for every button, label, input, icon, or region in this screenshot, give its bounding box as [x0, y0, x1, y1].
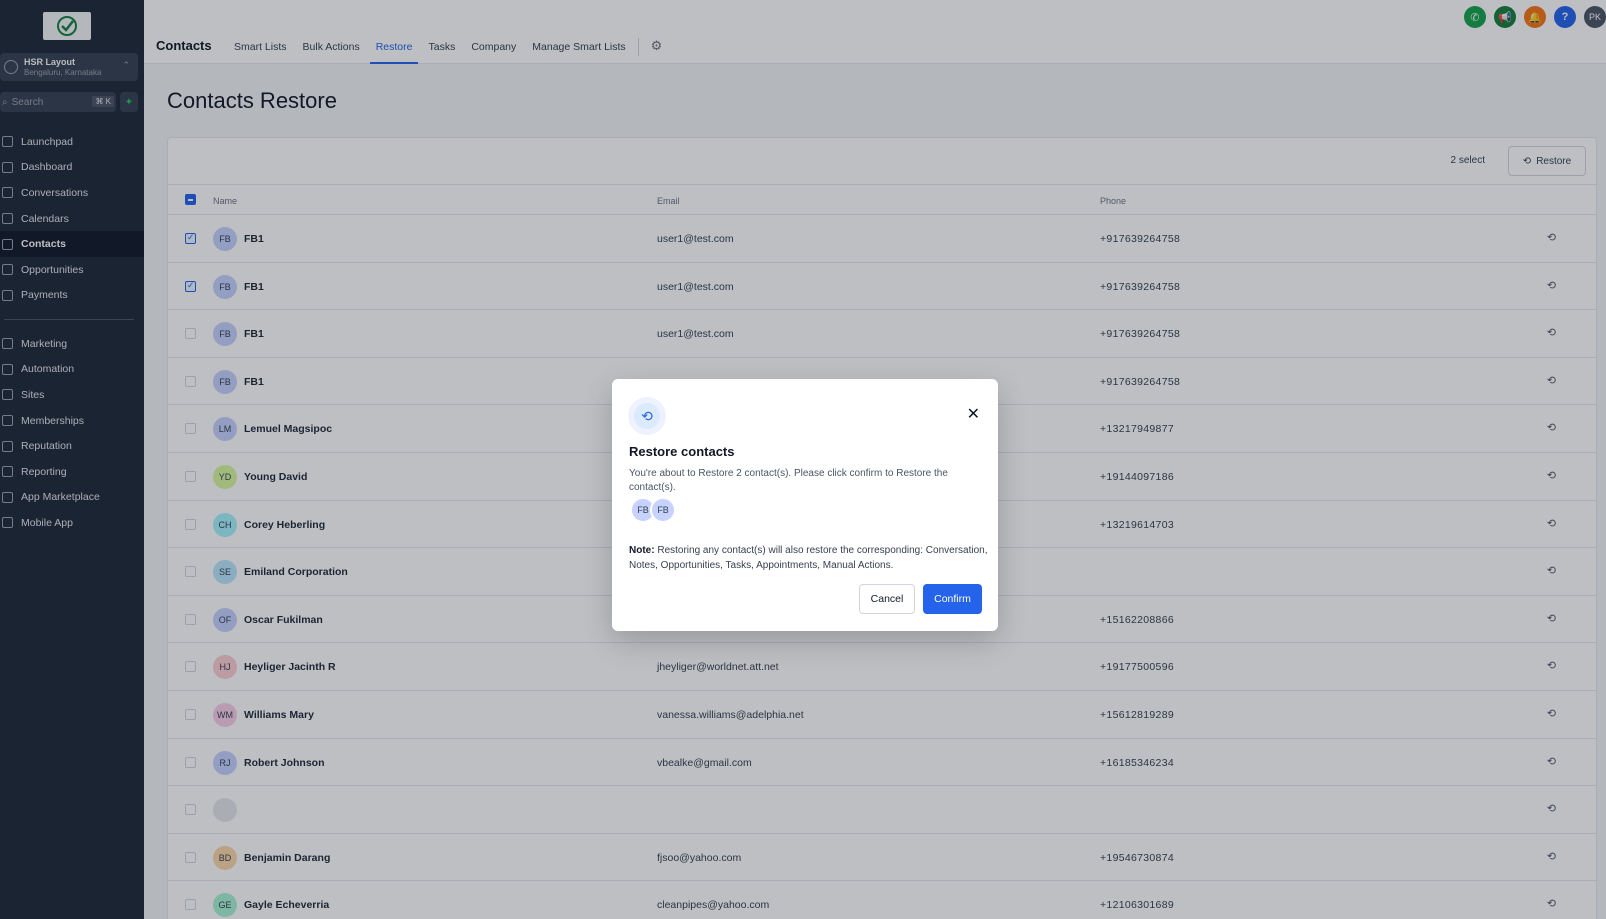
avatar: FB: [650, 497, 676, 523]
dialog-title: Restore contacts: [629, 444, 735, 459]
dialog-message: You're about to Restore 2 contact(s). Pl…: [629, 468, 948, 493]
dialog-note: Note: Restoring any contact(s) will also…: [629, 543, 989, 573]
cancel-button[interactable]: Cancel: [859, 584, 915, 614]
note-text: Restoring any contact(s) will also resto…: [629, 545, 988, 571]
dialog-icon: ⟲: [628, 397, 666, 435]
note-label: Note:: [629, 545, 655, 556]
dialog-avatars: FB FB: [630, 497, 680, 523]
restore-contacts-dialog: ⟲ ✕ Restore contacts You're about to Res…: [612, 379, 998, 631]
restore-icon: ⟲: [634, 403, 660, 429]
close-icon[interactable]: ✕: [967, 404, 980, 424]
confirm-button[interactable]: Confirm: [923, 584, 982, 614]
